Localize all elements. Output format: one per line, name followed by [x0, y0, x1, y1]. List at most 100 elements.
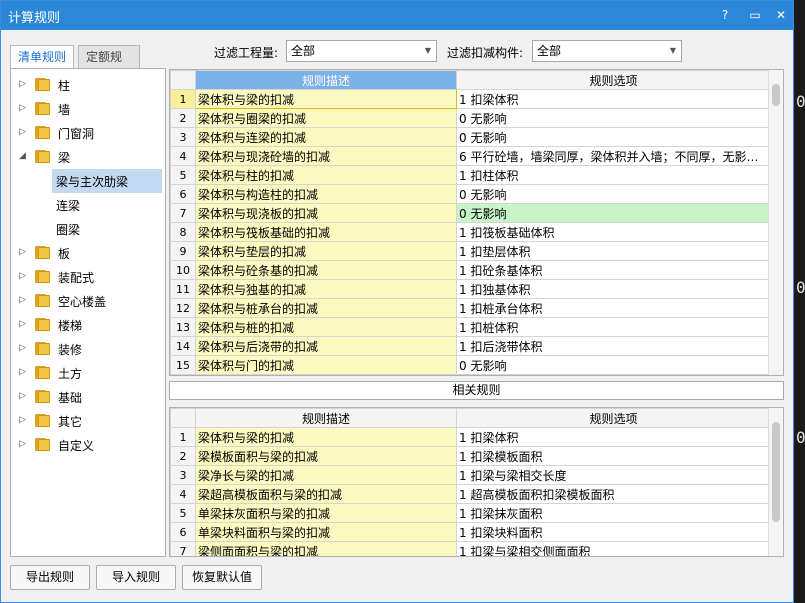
rule-option-cell[interactable]: 1 扣桩承台体积: [456, 298, 771, 318]
tree-item[interactable]: ▷ 柱: [11, 73, 165, 97]
scrollbar-thumb[interactable]: [772, 84, 780, 106]
table-row[interactable]: 11 梁体积与独基的扣减 1 扣独基体积: [170, 279, 771, 299]
help-icon[interactable]: ?: [715, 6, 735, 24]
rule-description-cell[interactable]: 梁体积与圈梁的扣减: [195, 108, 457, 128]
related-rules-bar[interactable]: 相关规则: [169, 381, 784, 400]
rule-option-cell[interactable]: 1 扣梁抹灰面积: [456, 503, 771, 523]
tree-item[interactable]: ▷ 基础: [11, 385, 165, 409]
rule-option-cell[interactable]: 1 扣梁体积: [456, 427, 771, 447]
rule-description-cell[interactable]: 梁体积与后浇带的扣减: [195, 336, 457, 356]
rule-description-cell[interactable]: 梁体积与柱的扣减: [195, 165, 457, 185]
rule-option-cell[interactable]: 1 扣垫层体积: [456, 241, 771, 261]
tab-quota-rules[interactable]: 定额规则: [78, 45, 140, 86]
table-row[interactable]: 2 梁模板面积与梁的扣减 1 扣梁模板面积: [170, 446, 771, 466]
rule-description-cell[interactable]: 梁体积与垫层的扣减: [195, 241, 457, 261]
rule-option-cell[interactable]: 1 扣梁体积: [456, 89, 771, 109]
close-icon[interactable]: ✕: [771, 6, 791, 24]
rule-description-cell[interactable]: 梁体积与梁的扣减: [195, 427, 457, 447]
rule-description-cell[interactable]: 梁体积与桩承台的扣减: [195, 298, 457, 318]
tree-item[interactable]: 连梁: [11, 193, 165, 217]
table-row[interactable]: 4梁体积与现浇砼墙的扣减6 平行砼墙，墙梁同厚，梁体积并入墙；不同厚，无影响，相…: [170, 146, 771, 166]
tab-bill-rules[interactable]: 清单规则: [10, 45, 74, 70]
rule-option-cell[interactable]: 0 无影响: [456, 127, 771, 147]
collapsed-arrow-icon[interactable]: ▷: [19, 343, 26, 353]
maximize-icon[interactable]: ▭: [745, 6, 765, 24]
table-row[interactable]: 6 梁体积与构造柱的扣减 0 无影响: [170, 184, 771, 204]
export-rules-button[interactable]: 导出规则: [10, 565, 90, 590]
tree-item[interactable]: ▷ 楼梯: [11, 313, 165, 337]
table-row[interactable]: 15 梁体积与门的扣减 0 无影响: [170, 355, 771, 375]
rule-option-cell[interactable]: 1 扣柱体积: [456, 165, 771, 185]
rule-option-cell[interactable]: 1 扣砼条基体积: [456, 260, 771, 280]
table-row[interactable]: 5 单梁抹灰面积与梁的扣减 1 扣梁抹灰面积: [170, 503, 771, 523]
collapsed-arrow-icon[interactable]: ▷: [19, 79, 26, 89]
rule-description-cell[interactable]: 单梁块料面积与梁的扣减: [195, 522, 457, 542]
rule-option-cell[interactable]: 0 无影响: [456, 108, 771, 128]
rule-option-cell[interactable]: 1 扣梁模板面积: [456, 446, 771, 466]
filter-component-select[interactable]: 全部 ▼: [532, 40, 682, 62]
table-row[interactable]: 5 梁体积与柱的扣减 1 扣柱体积: [170, 165, 771, 185]
column-header-description[interactable]: 规则描述: [195, 70, 457, 90]
table-row[interactable]: 1 梁体积与梁的扣减 1 扣梁体积: [170, 89, 771, 109]
rule-option-cell[interactable]: 1 扣筏板基础体积: [456, 222, 771, 242]
rule-description-cell[interactable]: 梁净长与梁的扣减: [195, 465, 457, 485]
tree-item[interactable]: ▷ 墙: [11, 97, 165, 121]
rule-option-cell[interactable]: 1 扣梁与梁相交长度: [456, 465, 771, 485]
import-rules-button[interactable]: 导入规则: [96, 565, 176, 590]
table-row[interactable]: 9 梁体积与垫层的扣减 1 扣垫层体积: [170, 241, 771, 261]
table-row[interactable]: 2 梁体积与圈梁的扣减 0 无影响: [170, 108, 771, 128]
collapsed-arrow-icon[interactable]: ▷: [19, 415, 26, 425]
rule-option-cell[interactable]: 0 无影响: [456, 203, 771, 223]
rule-description-cell[interactable]: 梁体积与现浇板的扣减: [195, 203, 457, 223]
expanded-arrow-icon[interactable]: ◢: [19, 151, 26, 161]
rule-option-cell[interactable]: 1 扣梁与梁相交侧面面积: [456, 541, 771, 556]
table-row[interactable]: 4 梁超高模板面积与梁的扣减 1 超高模板面积扣梁模板面积: [170, 484, 771, 504]
filter-project-select[interactable]: 全部 ▼: [286, 40, 437, 62]
column-header-description[interactable]: 规则描述: [195, 408, 457, 428]
collapsed-arrow-icon[interactable]: ▷: [19, 319, 26, 329]
table-row[interactable]: 1 梁体积与梁的扣减 1 扣梁体积: [170, 427, 771, 447]
rule-option-cell[interactable]: 1 扣梁块料面积: [456, 522, 771, 542]
rule-description-cell[interactable]: 梁体积与现浇砼墙的扣减: [195, 146, 457, 166]
column-header-option[interactable]: 规则选项: [456, 70, 771, 90]
table-row[interactable]: 10 梁体积与砼条基的扣减 1 扣砼条基体积: [170, 260, 771, 280]
rule-description-cell[interactable]: 梁侧面面积与梁的扣减: [195, 541, 457, 556]
rule-option-cell[interactable]: 0 无影响: [456, 355, 771, 375]
rule-description-cell[interactable]: 梁超高模板面积与梁的扣减: [195, 484, 457, 504]
table-row[interactable]: 13 梁体积与桩的扣减 1 扣桩体积: [170, 317, 771, 337]
collapsed-arrow-icon[interactable]: ▷: [19, 103, 26, 113]
collapsed-arrow-icon[interactable]: ▷: [19, 127, 26, 137]
rule-description-cell[interactable]: 梁体积与门的扣减: [195, 355, 457, 375]
rule-description-cell[interactable]: 梁体积与构造柱的扣减: [195, 184, 457, 204]
tree-item[interactable]: ▷ 门窗洞: [11, 121, 165, 145]
rule-description-cell[interactable]: 梁体积与梁的扣减: [195, 89, 457, 109]
table-row[interactable]: 3 梁体积与连梁的扣减 0 无影响: [170, 127, 771, 147]
rule-description-cell[interactable]: 梁体积与独基的扣减: [195, 279, 457, 299]
title-bar[interactable]: 计算规则 ? ▭ ✕: [1, 1, 793, 30]
tree-item[interactable]: ▷ 其它: [11, 409, 165, 433]
table-row[interactable]: 14 梁体积与后浇带的扣减 1 扣后浇带体积: [170, 336, 771, 356]
rule-option-cell[interactable]: 1 扣后浇带体积: [456, 336, 771, 356]
table-row[interactable]: 12 梁体积与桩承台的扣减 1 扣桩承台体积: [170, 298, 771, 318]
tree-item[interactable]: 梁与主次肋梁: [52, 169, 162, 193]
collapsed-arrow-icon[interactable]: ▷: [19, 295, 26, 305]
table-row[interactable]: 7 梁侧面面积与梁的扣减 1 扣梁与梁相交侧面面积: [170, 541, 771, 556]
rule-option-cell[interactable]: 6 平行砼墙，墙梁同厚，梁体积并入墙；不同厚，无影响，相交砼墙，梁体积并入墙: [456, 146, 771, 166]
related-grid-scrollbar[interactable]: [768, 408, 783, 556]
collapsed-arrow-icon[interactable]: ▷: [19, 391, 26, 401]
tree-item[interactable]: ◢ 梁: [11, 145, 165, 169]
rule-option-cell[interactable]: 1 扣独基体积: [456, 279, 771, 299]
collapsed-arrow-icon[interactable]: ▷: [19, 367, 26, 377]
rule-option-cell[interactable]: 0 无影响: [456, 184, 771, 204]
table-row[interactable]: 6 单梁块料面积与梁的扣减 1 扣梁块料面积: [170, 522, 771, 542]
table-row[interactable]: 7 梁体积与现浇板的扣减 0 无影响: [170, 203, 771, 223]
collapsed-arrow-icon[interactable]: ▷: [19, 247, 26, 257]
rule-description-cell[interactable]: 梁体积与砼条基的扣减: [195, 260, 457, 280]
collapsed-arrow-icon[interactable]: ▷: [19, 271, 26, 281]
rule-description-cell[interactable]: 梁体积与连梁的扣减: [195, 127, 457, 147]
rule-description-cell[interactable]: 梁模板面积与梁的扣减: [195, 446, 457, 466]
tree-item[interactable]: ▷ 土方: [11, 361, 165, 385]
rule-description-cell[interactable]: 梁体积与桩的扣减: [195, 317, 457, 337]
scrollbar-thumb[interactable]: [772, 422, 780, 522]
rule-description-cell[interactable]: 梁体积与筏板基础的扣减: [195, 222, 457, 242]
